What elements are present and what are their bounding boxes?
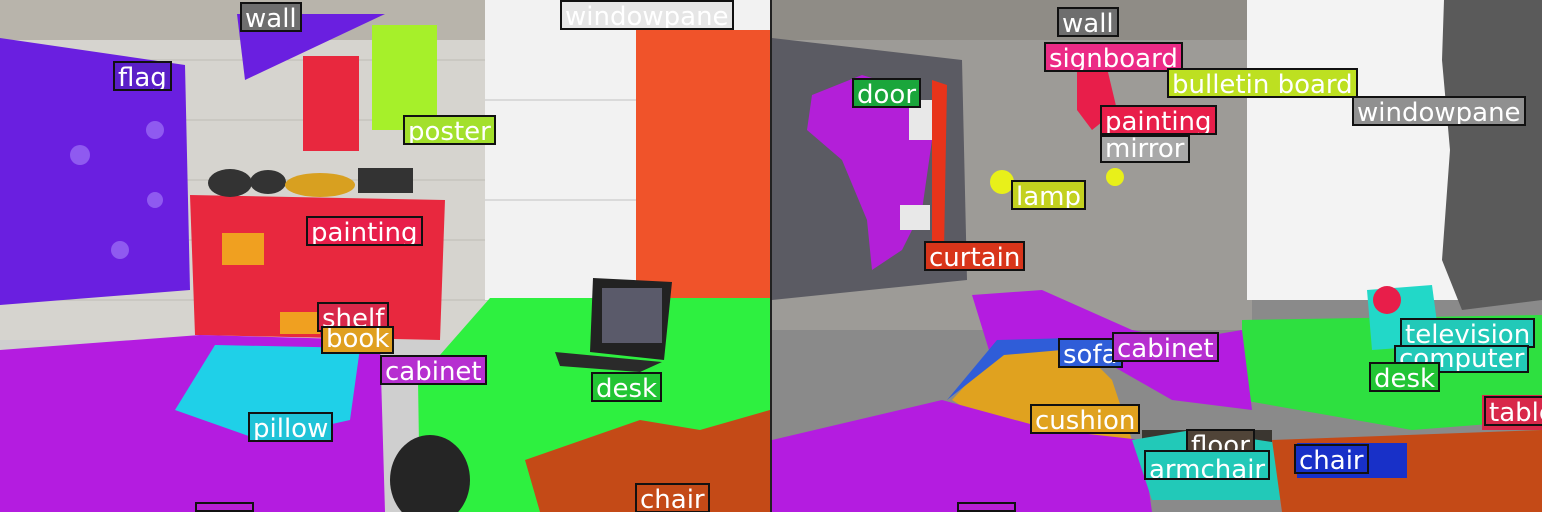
label-windowpane: windowpane	[560, 0, 734, 30]
label-wall: wall	[240, 2, 302, 32]
right-scene-image	[772, 0, 1542, 512]
label-bulletin-board: bulletin board	[1167, 68, 1358, 98]
label-cushion: cushion	[1030, 404, 1141, 434]
label-lamp: lamp	[1011, 180, 1086, 210]
label-bed: bed	[195, 502, 255, 512]
label-chair: chair	[635, 483, 710, 512]
label-curtain: curtain	[924, 241, 1026, 271]
left-segmentation-panel: wall windowpane flag poster painting she…	[0, 0, 770, 512]
label-wall: wall	[1057, 7, 1119, 37]
label-bed: bed	[957, 502, 1017, 512]
label-pillow: pillow	[248, 412, 334, 442]
label-painting: painting	[306, 216, 423, 246]
label-cabinet: cabinet	[1112, 332, 1219, 362]
label-table: table	[1484, 396, 1542, 426]
label-flag: flag	[113, 61, 172, 91]
label-signboard: signboard	[1044, 42, 1183, 72]
label-chair: chair	[1294, 444, 1369, 474]
label-windowpane: windowpane	[1352, 96, 1526, 126]
label-mirror: mirror	[1100, 135, 1190, 163]
label-television: television	[1400, 318, 1536, 348]
label-desk: desk	[591, 372, 663, 402]
label-desk: desk	[1369, 362, 1441, 392]
label-poster: poster	[403, 115, 496, 145]
label-cabinet: cabinet	[380, 355, 487, 385]
label-book: book	[321, 326, 395, 354]
label-armchair: armchair	[1144, 450, 1271, 480]
label-door: door	[852, 78, 922, 108]
label-painting: painting	[1100, 105, 1217, 135]
right-segmentation-panel: wall signboard bulletin board windowpane…	[772, 0, 1542, 512]
